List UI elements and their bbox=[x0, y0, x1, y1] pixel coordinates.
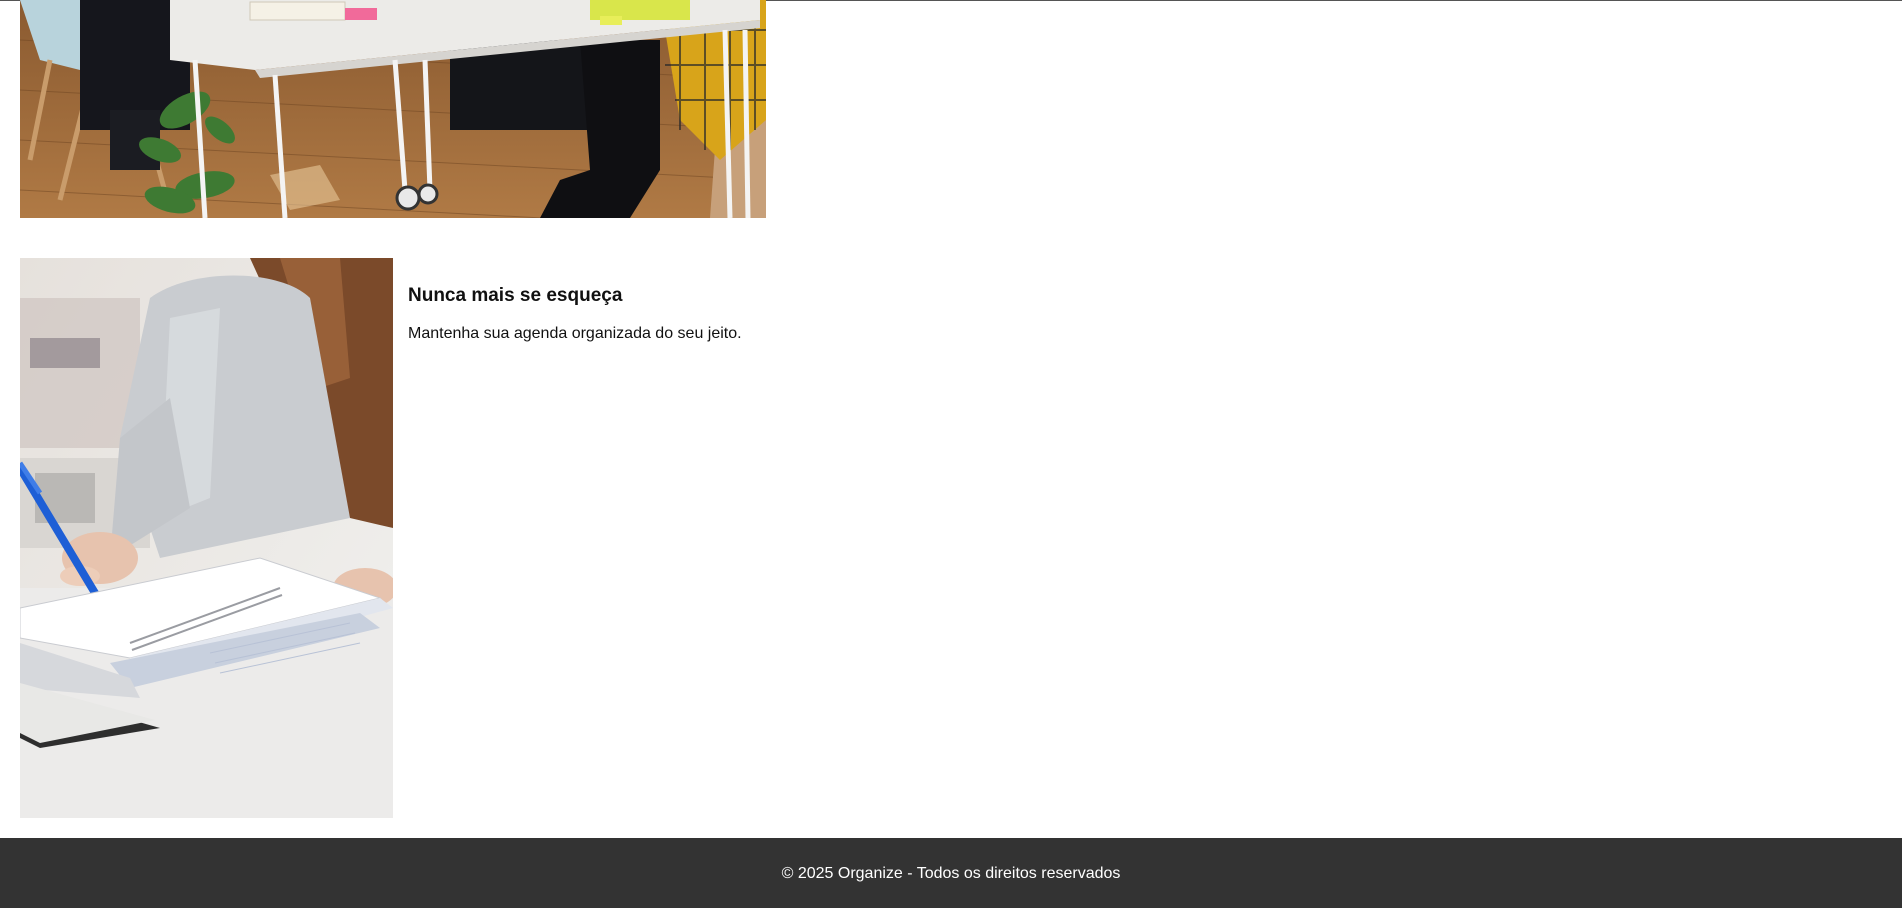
meeting-photo bbox=[20, 0, 766, 218]
feature-description: Mantenha sua agenda organizada do seu je… bbox=[408, 325, 742, 342]
feature-title: Nunca mais se esqueça bbox=[408, 285, 623, 306]
site-footer: © 2025 Organize - Todos os direitos rese… bbox=[0, 838, 1902, 908]
writing-photo bbox=[20, 258, 393, 818]
feature-text-block: Nunca mais se esqueça Mantenha sua agend… bbox=[408, 285, 1008, 343]
footer-copyright: © 2025 Organize - Todos os direitos rese… bbox=[781, 865, 1121, 882]
